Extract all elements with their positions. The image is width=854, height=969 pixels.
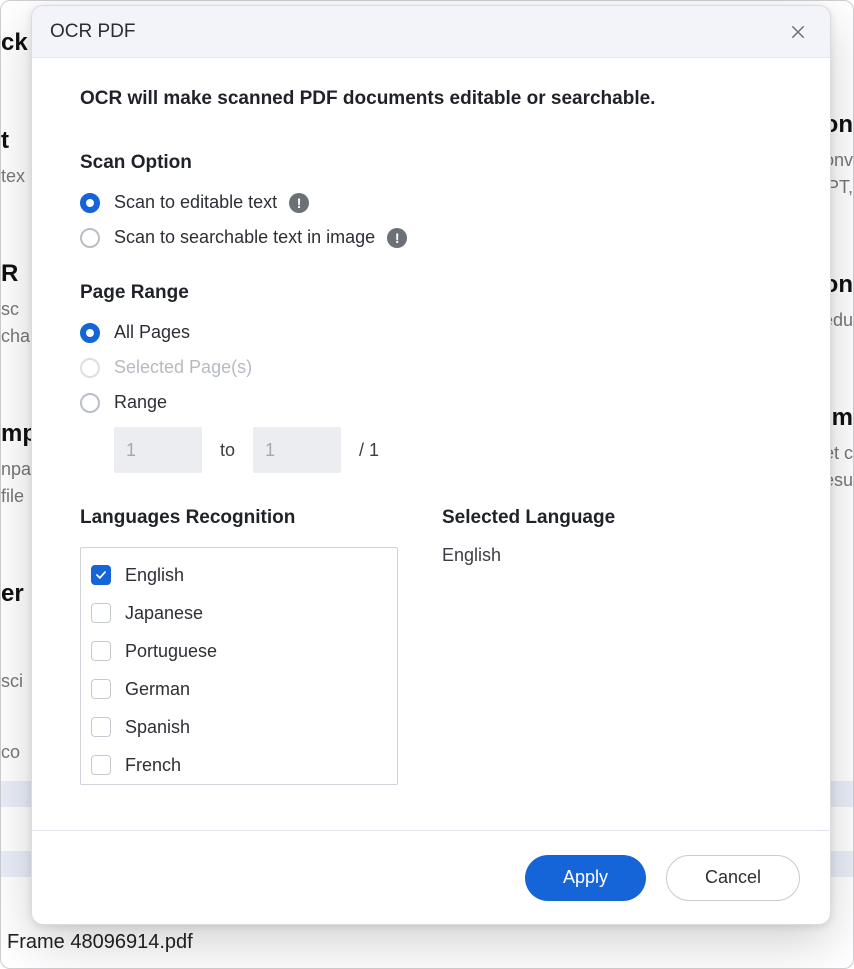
page-range-section: Page Range All Pages Selected Page(s) Ra… <box>80 282 782 473</box>
range-inputs: to / 1 <box>114 427 782 473</box>
page-range-range[interactable]: Range <box>80 392 782 413</box>
radio-checked-icon <box>80 193 100 213</box>
page-range-all-label: All Pages <box>114 322 190 343</box>
bg-frag: edu <box>829 307 853 334</box>
page-range-selected: Selected Page(s) <box>80 357 782 378</box>
bg-frag: tex <box>1 163 31 190</box>
radio-unchecked-icon <box>80 228 100 248</box>
range-to-input[interactable] <box>253 427 341 473</box>
selected-language-title: Selected Language <box>442 507 615 529</box>
language-item[interactable]: Portuguese <box>91 632 397 670</box>
bg-frag: esu <box>829 467 853 494</box>
checkbox-unchecked-icon <box>91 603 111 623</box>
language-item-label: French <box>125 755 181 776</box>
bg-frag: file <box>1 483 31 510</box>
range-to-label: to <box>220 440 235 461</box>
checkbox-unchecked-icon <box>91 679 111 699</box>
bg-frag: cha <box>1 323 31 350</box>
language-item[interactable]: Italian <box>91 784 397 785</box>
scan-option-searchable-label: Scan to searchable text in image <box>114 227 375 248</box>
modal-body: OCR will make scanned PDF documents edit… <box>32 58 830 830</box>
modal-footer: Apply Cancel <box>32 830 830 924</box>
close-icon <box>789 23 807 41</box>
page-range-all[interactable]: All Pages <box>80 322 782 343</box>
languages-list[interactable]: English Japanese Portuguese German Spanish Fr… <box>80 547 398 785</box>
bg-frag: sci <box>1 668 31 695</box>
page-range-title: Page Range <box>80 282 782 304</box>
cancel-button[interactable]: Cancel <box>666 855 800 901</box>
bg-right-strip: on onv PT, on edu em et c esu <box>829 1 853 968</box>
bg-frag: co <box>1 739 31 766</box>
bg-frag: R <box>1 260 31 288</box>
range-from-input[interactable] <box>114 427 202 473</box>
modal-title: OCR PDF <box>50 21 136 43</box>
apply-button[interactable]: Apply <box>525 855 646 901</box>
bg-left-strip: ck t tex R sc cha mp npa file er sci co <box>1 1 31 968</box>
scan-option-editable-label: Scan to editable text <box>114 192 277 213</box>
checkbox-checked-icon <box>91 565 111 585</box>
close-button[interactable] <box>784 18 812 46</box>
range-total-label: / 1 <box>359 440 379 461</box>
bg-frag: on <box>829 111 853 139</box>
language-item-label: Japanese <box>125 603 203 624</box>
checkbox-unchecked-icon <box>91 755 111 775</box>
scan-option-section: Scan Option Scan to editable text ! Scan… <box>80 152 782 248</box>
bg-frag: PT, <box>829 174 853 201</box>
bg-frag: ck <box>1 29 31 57</box>
bg-frag: t <box>1 127 31 155</box>
language-item[interactable]: English <box>91 556 397 594</box>
bg-frag: em <box>829 404 853 432</box>
info-icon[interactable]: ! <box>387 228 407 248</box>
radio-disabled-icon <box>80 358 100 378</box>
bg-frag: sc <box>1 296 31 323</box>
ocr-pdf-modal: OCR PDF OCR will make scanned PDF docume… <box>31 5 831 925</box>
radio-checked-icon <box>80 323 100 343</box>
bg-frag: mp <box>1 420 31 448</box>
intro-text: OCR will make scanned PDF documents edit… <box>80 88 782 110</box>
language-item-label: Portuguese <box>125 641 217 662</box>
language-item[interactable]: Japanese <box>91 594 397 632</box>
languages-section: Languages Recognition English Japanese Por… <box>80 507 782 785</box>
language-item-label: German <box>125 679 190 700</box>
languages-title: Languages Recognition <box>80 507 398 529</box>
bg-frag: et c <box>829 440 853 467</box>
scan-option-editable[interactable]: Scan to editable text ! <box>80 192 782 213</box>
bg-frag: on <box>829 271 853 299</box>
language-item[interactable]: German <box>91 670 397 708</box>
radio-unchecked-icon <box>80 393 100 413</box>
language-item[interactable]: French <box>91 746 397 784</box>
bg-frag: onv <box>829 147 853 174</box>
page-range-selected-label: Selected Page(s) <box>114 357 252 378</box>
bg-filename: Frame 48096914.pdf <box>7 931 193 954</box>
bg-frag: er <box>1 580 31 608</box>
page-range-range-label: Range <box>114 392 167 413</box>
checkbox-unchecked-icon <box>91 717 111 737</box>
info-icon[interactable]: ! <box>289 193 309 213</box>
language-item-label: English <box>125 565 184 586</box>
scan-option-title: Scan Option <box>80 152 782 174</box>
language-item-label: Spanish <box>125 717 190 738</box>
modal-header: OCR PDF <box>32 6 830 58</box>
selected-language-value: English <box>442 545 615 566</box>
checkbox-unchecked-icon <box>91 641 111 661</box>
bg-frag: npa <box>1 456 31 483</box>
scan-option-searchable[interactable]: Scan to searchable text in image ! <box>80 227 782 248</box>
language-item[interactable]: Spanish <box>91 708 397 746</box>
